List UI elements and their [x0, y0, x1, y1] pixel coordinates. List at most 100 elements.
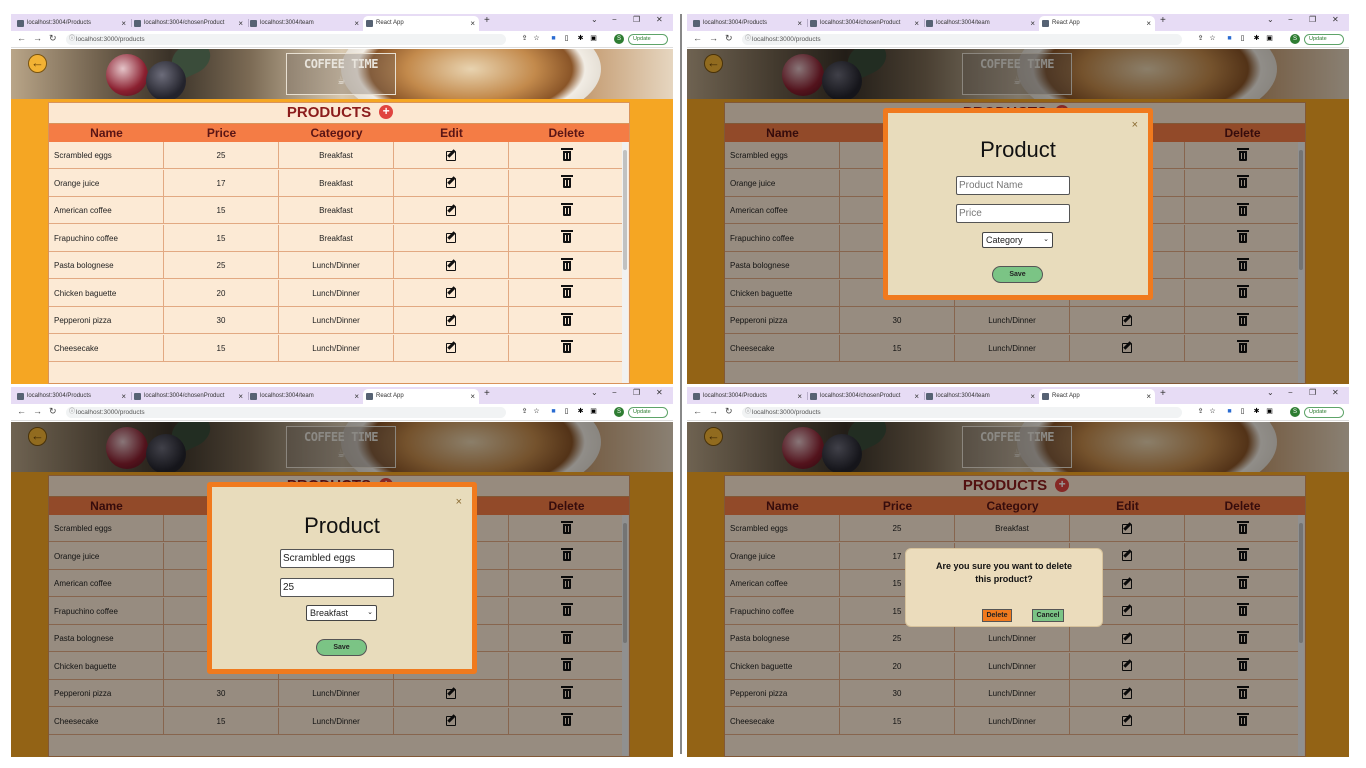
minimize-icon[interactable]: − — [612, 15, 617, 24]
share-icon[interactable]: ⇪ — [1197, 408, 1204, 415]
browser-tab[interactable]: localhost:3004/chosenProduct × — [807, 389, 923, 404]
extension-blue-icon[interactable]: ■ — [1226, 35, 1233, 42]
reload-icon[interactable]: ↻ — [49, 406, 57, 417]
product-name-input[interactable]: Scrambled eggs — [280, 549, 394, 568]
new-tab-button[interactable]: + — [1160, 15, 1166, 26]
reload-icon[interactable]: ↻ — [725, 406, 733, 417]
profile-avatar[interactable]: S — [1290, 407, 1300, 417]
reader-icon[interactable]: ▯ — [563, 408, 570, 415]
reload-icon[interactable]: ↻ — [725, 33, 733, 44]
star-icon[interactable]: ☆ — [533, 35, 540, 42]
close-icon[interactable]: × — [456, 496, 462, 508]
trash-icon[interactable] — [560, 257, 573, 271]
close-tab-icon[interactable]: × — [1030, 16, 1035, 31]
profile-avatar[interactable]: S — [1290, 34, 1300, 44]
address-bar[interactable]: ⓘ localhost:3000/products — [66, 34, 506, 45]
restore-icon[interactable]: ❐ — [1309, 388, 1316, 397]
chevron-down-icon[interactable]: ⌄ — [1267, 15, 1274, 24]
address-bar[interactable]: ⓘ localhost:3000/products — [742, 407, 1182, 418]
puzzle-icon[interactable]: ✱ — [1253, 35, 1260, 42]
restore-icon[interactable]: ❐ — [633, 15, 640, 24]
scrollbar-thumb[interactable] — [623, 150, 627, 270]
edit-icon[interactable] — [446, 205, 456, 216]
browser-tab[interactable]: React App × — [363, 16, 479, 31]
product-name-input[interactable]: Product Name — [956, 176, 1070, 195]
extension-blue-icon[interactable]: ■ — [550, 35, 557, 42]
edit-icon[interactable] — [446, 178, 456, 189]
puzzle-icon[interactable]: ✱ — [577, 408, 584, 415]
browser-tab[interactable]: localhost:3004/team × — [247, 389, 363, 404]
reader-icon[interactable]: ▯ — [1239, 408, 1246, 415]
browser-tab[interactable]: React App × — [1039, 389, 1155, 404]
back-arrow-icon[interactable]: ← — [693, 406, 702, 416]
category-select[interactable]: Breakfast ⌄ — [306, 605, 377, 621]
extension-blue-icon[interactable]: ■ — [550, 408, 557, 415]
address-bar[interactable]: ⓘ localhost:3000/products — [66, 407, 506, 418]
close-tab-icon[interactable]: × — [914, 16, 919, 31]
close-tab-icon[interactable]: × — [797, 389, 802, 404]
price-input[interactable]: 25 — [280, 578, 394, 597]
reader-icon[interactable]: ▯ — [1239, 35, 1246, 42]
browser-tab[interactable]: React App × — [363, 389, 479, 404]
chevron-down-icon[interactable]: ⌄ — [1267, 388, 1274, 397]
minimize-icon[interactable]: − — [612, 388, 617, 397]
forward-arrow-icon[interactable]: → — [33, 33, 42, 43]
category-select[interactable]: Category ⌄ — [982, 232, 1053, 248]
reload-icon[interactable]: ↻ — [49, 33, 57, 44]
trash-icon[interactable] — [560, 340, 573, 354]
close-tab-icon[interactable]: × — [121, 389, 126, 404]
star-icon[interactable]: ☆ — [1209, 35, 1216, 42]
close-tab-icon[interactable]: × — [238, 16, 243, 31]
update-button[interactable]: Update — [1304, 407, 1344, 418]
browser-tab[interactable]: localhost:3004/chosenProduct × — [807, 16, 923, 31]
minimize-icon[interactable]: − — [1288, 388, 1293, 397]
browser-tab[interactable]: localhost:3004/chosenProduct × — [131, 389, 247, 404]
reader-icon[interactable]: ▯ — [563, 35, 570, 42]
sidepanel-icon[interactable]: ▣ — [1266, 35, 1273, 42]
forward-arrow-icon[interactable]: → — [709, 33, 718, 43]
trash-icon[interactable] — [560, 175, 573, 189]
new-tab-button[interactable]: + — [1160, 388, 1166, 399]
close-tab-icon[interactable]: × — [470, 389, 475, 404]
add-product-button[interactable]: + — [379, 105, 394, 119]
share-icon[interactable]: ⇪ — [521, 35, 528, 42]
close-window-icon[interactable]: ✕ — [656, 388, 663, 397]
share-icon[interactable]: ⇪ — [521, 408, 528, 415]
trash-icon[interactable] — [560, 285, 573, 299]
browser-tab[interactable]: localhost:3004/Products × — [14, 16, 130, 31]
table-scrollbar[interactable] — [622, 142, 628, 383]
trash-icon[interactable] — [560, 202, 573, 216]
close-window-icon[interactable]: ✕ — [1332, 15, 1339, 24]
trash-icon[interactable] — [560, 230, 573, 244]
profile-avatar[interactable]: S — [614, 34, 624, 44]
close-window-icon[interactable]: ✕ — [656, 15, 663, 24]
chevron-down-icon[interactable]: ⌄ — [591, 388, 598, 397]
browser-tab[interactable]: localhost:3004/team × — [923, 389, 1039, 404]
close-tab-icon[interactable]: × — [354, 389, 359, 404]
puzzle-icon[interactable]: ✱ — [577, 35, 584, 42]
minimize-icon[interactable]: − — [1288, 15, 1293, 24]
cancel-button[interactable]: Cancel — [1032, 609, 1064, 622]
update-button[interactable]: Update — [1304, 34, 1344, 45]
close-tab-icon[interactable]: × — [797, 16, 802, 31]
back-arrow-icon[interactable]: ← — [17, 406, 26, 416]
puzzle-icon[interactable]: ✱ — [1253, 408, 1260, 415]
edit-icon[interactable] — [446, 150, 456, 161]
edit-icon[interactable] — [446, 233, 456, 244]
site-info-icon[interactable]: ⓘ — [69, 34, 75, 45]
close-tab-icon[interactable]: × — [470, 16, 475, 31]
close-tab-icon[interactable]: × — [1030, 389, 1035, 404]
close-tab-icon[interactable]: × — [238, 389, 243, 404]
edit-icon[interactable] — [446, 315, 456, 326]
delete-button[interactable]: Delete — [982, 609, 1012, 622]
close-tab-icon[interactable]: × — [121, 16, 126, 31]
save-button[interactable]: Save — [992, 266, 1043, 283]
profile-avatar[interactable]: S — [614, 407, 624, 417]
extension-blue-icon[interactable]: ■ — [1226, 408, 1233, 415]
back-arrow-icon[interactable]: ← — [693, 33, 702, 43]
browser-tab[interactable]: localhost:3004/Products × — [14, 389, 130, 404]
new-tab-button[interactable]: + — [484, 15, 490, 26]
close-tab-icon[interactable]: × — [354, 16, 359, 31]
close-tab-icon[interactable]: × — [1146, 389, 1151, 404]
close-icon[interactable]: × — [1132, 119, 1138, 131]
